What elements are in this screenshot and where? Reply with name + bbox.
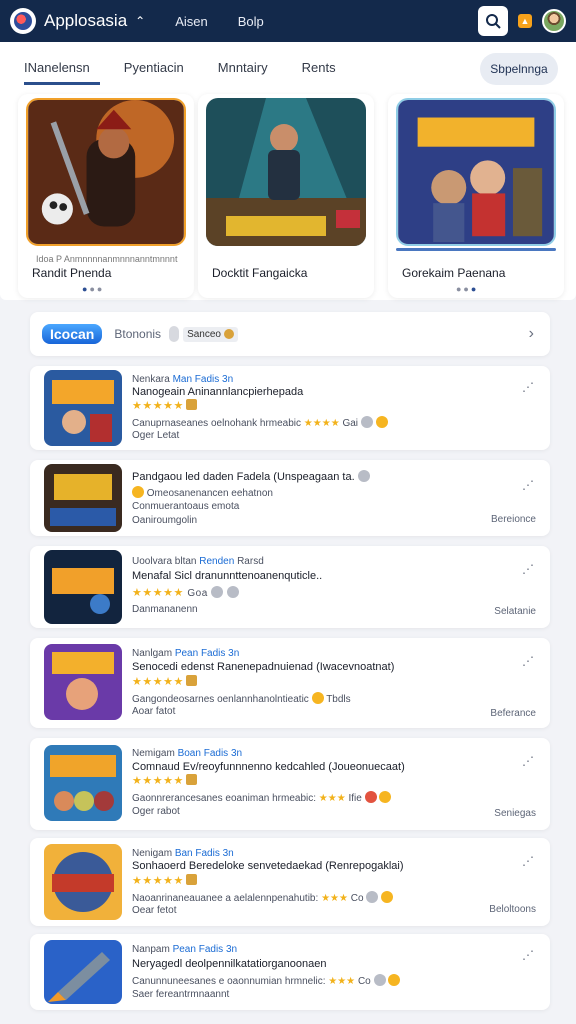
tab-4[interactable]: Rents — [302, 60, 336, 85]
notification-icon[interactable]: ▲ — [518, 14, 532, 28]
item-rating: ★★★★★ — [132, 874, 197, 887]
item-title: Menafal Sicl dranunnttenoanenquticle.. — [132, 570, 323, 582]
item-side-label: Bereionce — [490, 514, 536, 525]
more-icon[interactable]: ⋰ — [522, 854, 534, 868]
featured-card-name: Docktit Fangaicka — [212, 266, 308, 280]
featured-progress-bar — [396, 248, 556, 251]
item-footer: Oaniroumgolin — [132, 515, 198, 526]
game-thumbnail — [44, 844, 122, 920]
item-description: Canuprnaseanes oelnohank hrmeabic ★★★★ G… — [132, 416, 388, 429]
item-description: Naoanrinaneauanee a aelalennpenahutib: ★… — [132, 891, 394, 904]
item-side-label: Beloltoons — [489, 904, 536, 915]
item-description: Gangondeosarnes oenlannhanolntieatic Tbd… — [132, 692, 351, 705]
item-footer: Saer fereantrmnaannt — [132, 989, 230, 1000]
item-description: Gaonnrerancesanes eoaniman hrmeabic: ★★★… — [132, 791, 392, 804]
game-thumbnail — [44, 644, 122, 720]
item-title: Neryagedl deolpennilkatatiorganoonaen — [132, 958, 327, 970]
item-description: Canunnuneesanes e oaonnumian hrmnelic: ★… — [132, 974, 401, 987]
game-thumbnail — [44, 464, 122, 532]
featured-card-subtitle: Idoa P Anmnnnnanmnnnanntmnnnt — [36, 254, 178, 264]
item-subtitle: Omeosanenancen eehatnon — [132, 486, 273, 499]
featured-card-art — [206, 98, 366, 246]
nav-link-aisen[interactable]: Aisen — [175, 14, 208, 29]
featured-card-1[interactable]: Idoa P Anmnnnnanmnnnanntmnnnt Randit Pne… — [18, 94, 194, 298]
list-item[interactable]: Pandgaou led daden Fadela (Unspeagaan ta… — [30, 460, 550, 536]
list-item[interactable]: Nenigam Ban Fadis 3n Sonhaoerd Beredelok… — [30, 838, 550, 926]
more-icon[interactable]: ⋰ — [522, 478, 534, 492]
nav-link-bolp[interactable]: Bolp — [238, 14, 264, 29]
featured-panel: INanelensn Pyentiacin Mnntairy Rents Sbp… — [0, 42, 576, 300]
item-footer: Oger Letat — [132, 430, 180, 441]
item-meta: Nenkara Man Fadis 3n — [132, 374, 234, 385]
filter-tag-label: Sanceo — [187, 328, 221, 340]
item-title: Nanogeain Aninannlancpierhepada — [132, 386, 304, 398]
list-item[interactable]: Nenkara Man Fadis 3n Nanogeain Aninannla… — [30, 366, 550, 450]
game-thumbnail — [44, 745, 122, 821]
featured-card-art — [26, 98, 186, 246]
item-meta: Nemigam Boan Fadis 3n — [132, 748, 243, 759]
item-description: Conmuerantoaus emota — [132, 501, 240, 512]
search-button[interactable] — [478, 6, 508, 36]
item-footer: Aoar fatot — [132, 706, 176, 717]
item-footer: Oear fetot — [132, 905, 177, 916]
item-meta: Nanlgam Pean Fadis 3n — [132, 648, 240, 659]
avatar[interactable] — [542, 9, 566, 33]
more-icon[interactable]: ⋰ — [522, 380, 534, 394]
item-side-label: Selatanie — [494, 606, 536, 617]
active-tab-indicator — [24, 82, 100, 85]
item-title: Senocedi edenst Ranenepadnuienad (Iwacev… — [132, 661, 395, 673]
game-thumbnail — [44, 940, 122, 1004]
item-meta: Nanpam Pean Fadis 3n — [132, 944, 238, 955]
featured-card-art — [396, 98, 556, 246]
badge-icon — [223, 328, 234, 339]
list-item[interactable]: Nanpam Pean Fadis 3n Neryagedl deolpenni… — [30, 934, 550, 1010]
filter-toggle[interactable] — [169, 326, 180, 342]
more-icon[interactable]: ⋰ — [522, 754, 534, 768]
item-footer: Danmananenn — [132, 604, 198, 615]
chevron-up-icon[interactable]: ⌃ — [135, 14, 145, 28]
game-thumbnail — [44, 370, 122, 446]
item-title: Pandgaou led daden Fadela (Unspeagaan ta… — [132, 470, 370, 483]
item-title: Comnaud Ev/reoyfunnnenno kedcahled (Joue… — [132, 761, 405, 773]
top-bar: Applosasia ⌃ Aisen Bolp ▲ — [0, 0, 576, 42]
filter-bar: Icocan Btononis Sanceo › — [30, 312, 550, 356]
brand-badge[interactable]: Icocan — [42, 324, 103, 344]
filter-label: Btononis — [114, 327, 162, 341]
item-meta: Uoolvara bltan Renden Rarsd — [132, 556, 264, 567]
item-rating: ★★★★★ — [132, 675, 197, 688]
item-rating: ★★★★★ — [132, 774, 197, 787]
see-all-button[interactable]: Sbpelnnga — [480, 53, 558, 85]
more-icon[interactable]: ⋰ — [522, 948, 534, 962]
featured-card-name: Randit Pnenda — [32, 266, 112, 280]
list-item[interactable]: Nemigam Boan Fadis 3n Comnaud Ev/reoyfun… — [30, 738, 550, 830]
game-thumbnail — [44, 550, 122, 624]
app-logo-icon[interactable] — [10, 8, 36, 34]
item-side-label: Seniegas — [494, 808, 536, 819]
item-footer: Oger rabot — [132, 806, 180, 817]
item-rating: ★★★★★ — [132, 399, 197, 412]
item-rating: ★★★★★ Goa — [132, 586, 239, 599]
more-icon[interactable]: ⋰ — [522, 654, 534, 668]
featured-card-3[interactable]: Gorekaim Paenana ●●● — [388, 94, 564, 298]
list-item[interactable]: Nanlgam Pean Fadis 3n Senocedi edenst Ra… — [30, 638, 550, 728]
list-item[interactable]: Uoolvara bltan Renden Rarsd Menafal Sicl… — [30, 546, 550, 628]
carousel-dots: ●●● — [82, 284, 105, 294]
filter-tag[interactable]: Sanceo — [183, 326, 238, 342]
app-title[interactable]: Applosasia — [44, 11, 127, 31]
item-side-label: Beferance — [490, 708, 536, 719]
featured-card-name: Gorekaim Paenana — [402, 266, 506, 280]
tab-3[interactable]: Mnntairy — [218, 60, 268, 85]
search-icon — [486, 14, 501, 29]
chevron-right-icon[interactable]: › — [529, 325, 534, 343]
tab-2[interactable]: Pyentiacin — [124, 60, 184, 85]
item-title: Sonhaoerd Beredeloke senvetedaekad (Renr… — [132, 860, 404, 872]
featured-card-2[interactable]: Docktit Fangaicka — [198, 94, 374, 298]
item-meta: Nenigam Ban Fadis 3n — [132, 848, 234, 859]
carousel-dots: ●●● — [456, 284, 479, 294]
more-icon[interactable]: ⋰ — [522, 562, 534, 576]
